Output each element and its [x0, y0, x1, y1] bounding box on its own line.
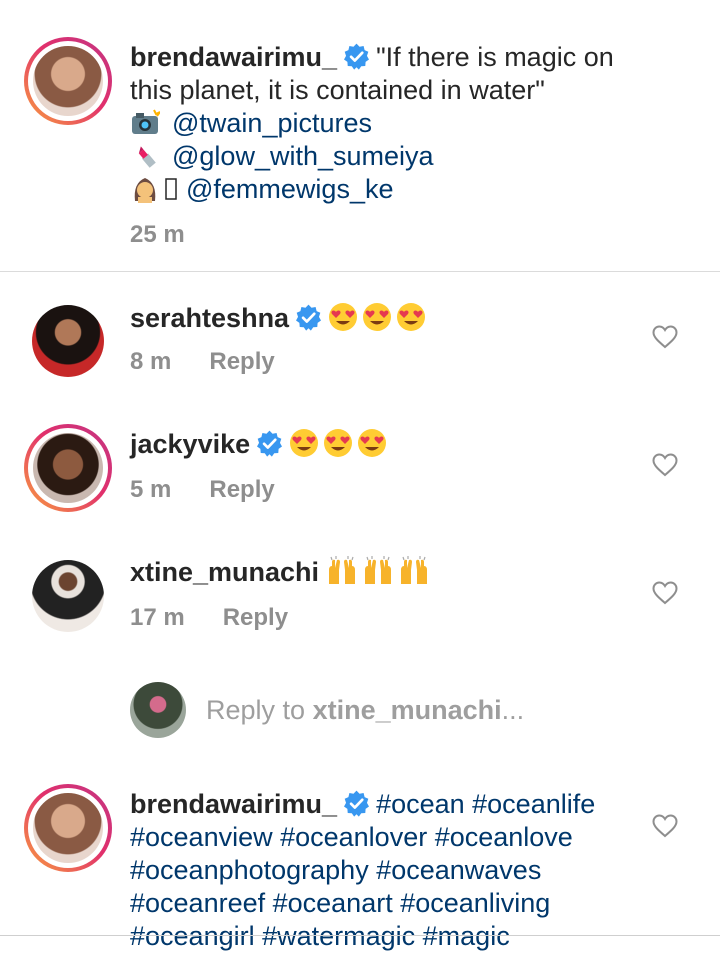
caption-username[interactable]: brendawairimu_: [130, 42, 337, 72]
credit-link[interactable]: @glow_with_sumeiya: [172, 141, 434, 171]
caption-quote: "If there is magic on: [376, 42, 614, 72]
like-heart-icon[interactable]: [652, 814, 678, 838]
comment-username[interactable]: brendawairimu_: [130, 789, 337, 819]
comment-line: brendawairimu_ #ocean #oceanlife: [130, 788, 595, 821]
credit-link[interactable]: @twain_pictures: [172, 108, 372, 138]
commenter-avatar[interactable]: [32, 560, 104, 632]
heart-eyes-icon: [323, 428, 353, 458]
raising-hands-icon: [361, 556, 395, 586]
woman-icon: [134, 178, 156, 203]
raising-hands-icon: [397, 556, 431, 586]
bottom-divider: [0, 935, 720, 936]
reply-button[interactable]: Reply: [209, 476, 274, 503]
comment-username[interactable]: jackyvike: [130, 429, 250, 459]
like-heart-icon[interactable]: [652, 581, 678, 605]
hashtag-line[interactable]: #oceanreef #oceanart #oceanliving: [130, 887, 550, 920]
like-heart-icon[interactable]: [652, 325, 678, 349]
comment-line: jackyvike: [130, 428, 391, 461]
hashtag-line[interactable]: #ocean #oceanlife: [376, 789, 595, 819]
verified-badge-icon: [256, 430, 283, 457]
credit-row: @glow_with_sumeiya: [130, 140, 434, 173]
verified-badge-icon: [343, 43, 370, 70]
comment-username[interactable]: serahteshna: [130, 303, 289, 333]
heart-eyes-icon: [357, 428, 387, 458]
caption-divider: [0, 271, 720, 272]
unknown-glyph-icon: [165, 178, 177, 200]
comment-line: serahteshna: [130, 302, 430, 335]
comment-username[interactable]: xtine_munachi: [130, 557, 319, 587]
verified-badge-icon: [295, 304, 322, 331]
like-heart-icon[interactable]: [652, 453, 678, 477]
comment-meta: 8 m Reply: [130, 348, 275, 376]
comment-time: 5 m: [130, 476, 172, 503]
heart-eyes-icon: [362, 302, 392, 332]
reply-button[interactable]: Reply: [209, 348, 274, 375]
comment-meta: 5 m Reply: [130, 476, 275, 504]
hashtag-line[interactable]: #oceangirl #watermagic #magic: [130, 920, 510, 953]
commenter-avatar[interactable]: [32, 305, 104, 377]
commenter-avatar[interactable]: [24, 784, 112, 872]
credit-row: @femmewigs_ke: [130, 173, 393, 206]
reply-prefix: Reply to: [206, 695, 313, 725]
camera-flash-icon: [132, 109, 160, 134]
reply-button[interactable]: Reply: [223, 604, 288, 631]
commenter-avatar[interactable]: [24, 424, 112, 512]
heart-eyes-icon: [328, 302, 358, 332]
reply-suffix: ...: [501, 695, 525, 725]
raising-hands-icon: [325, 556, 359, 586]
credit-row: @twain_pictures: [130, 107, 372, 140]
caption-time: 25 m: [130, 221, 185, 248]
caption-avatar[interactable]: [24, 37, 112, 125]
heart-eyes-icon: [289, 428, 319, 458]
heart-eyes-icon: [396, 302, 426, 332]
comment-time: 8 m: [130, 348, 172, 375]
comment-time: 17 m: [130, 604, 185, 631]
hashtag-line[interactable]: #oceanview #oceanlover #oceanlove: [130, 821, 573, 854]
hashtag-line[interactable]: #oceanphotography #oceanwaves: [130, 854, 541, 887]
verified-badge-icon: [343, 790, 370, 817]
reply-target-username: xtine_munachi: [312, 695, 502, 725]
comment-line: xtine_munachi: [130, 556, 435, 589]
caption-line-1: brendawairimu_ "If there is magic on: [130, 41, 614, 74]
comment-meta: 17 m Reply: [130, 604, 288, 632]
caption-timestamp: 25 m: [130, 221, 185, 249]
lipstick-icon: [138, 146, 156, 168]
reply-input[interactable]: Reply to xtine_munachi...: [206, 695, 524, 726]
current-user-avatar: [130, 682, 186, 738]
caption-quote-line2: this planet, it is contained in water": [130, 75, 545, 105]
caption-line-2: this planet, it is contained in water": [130, 74, 545, 107]
credit-link[interactable]: @femmewigs_ke: [186, 174, 393, 204]
